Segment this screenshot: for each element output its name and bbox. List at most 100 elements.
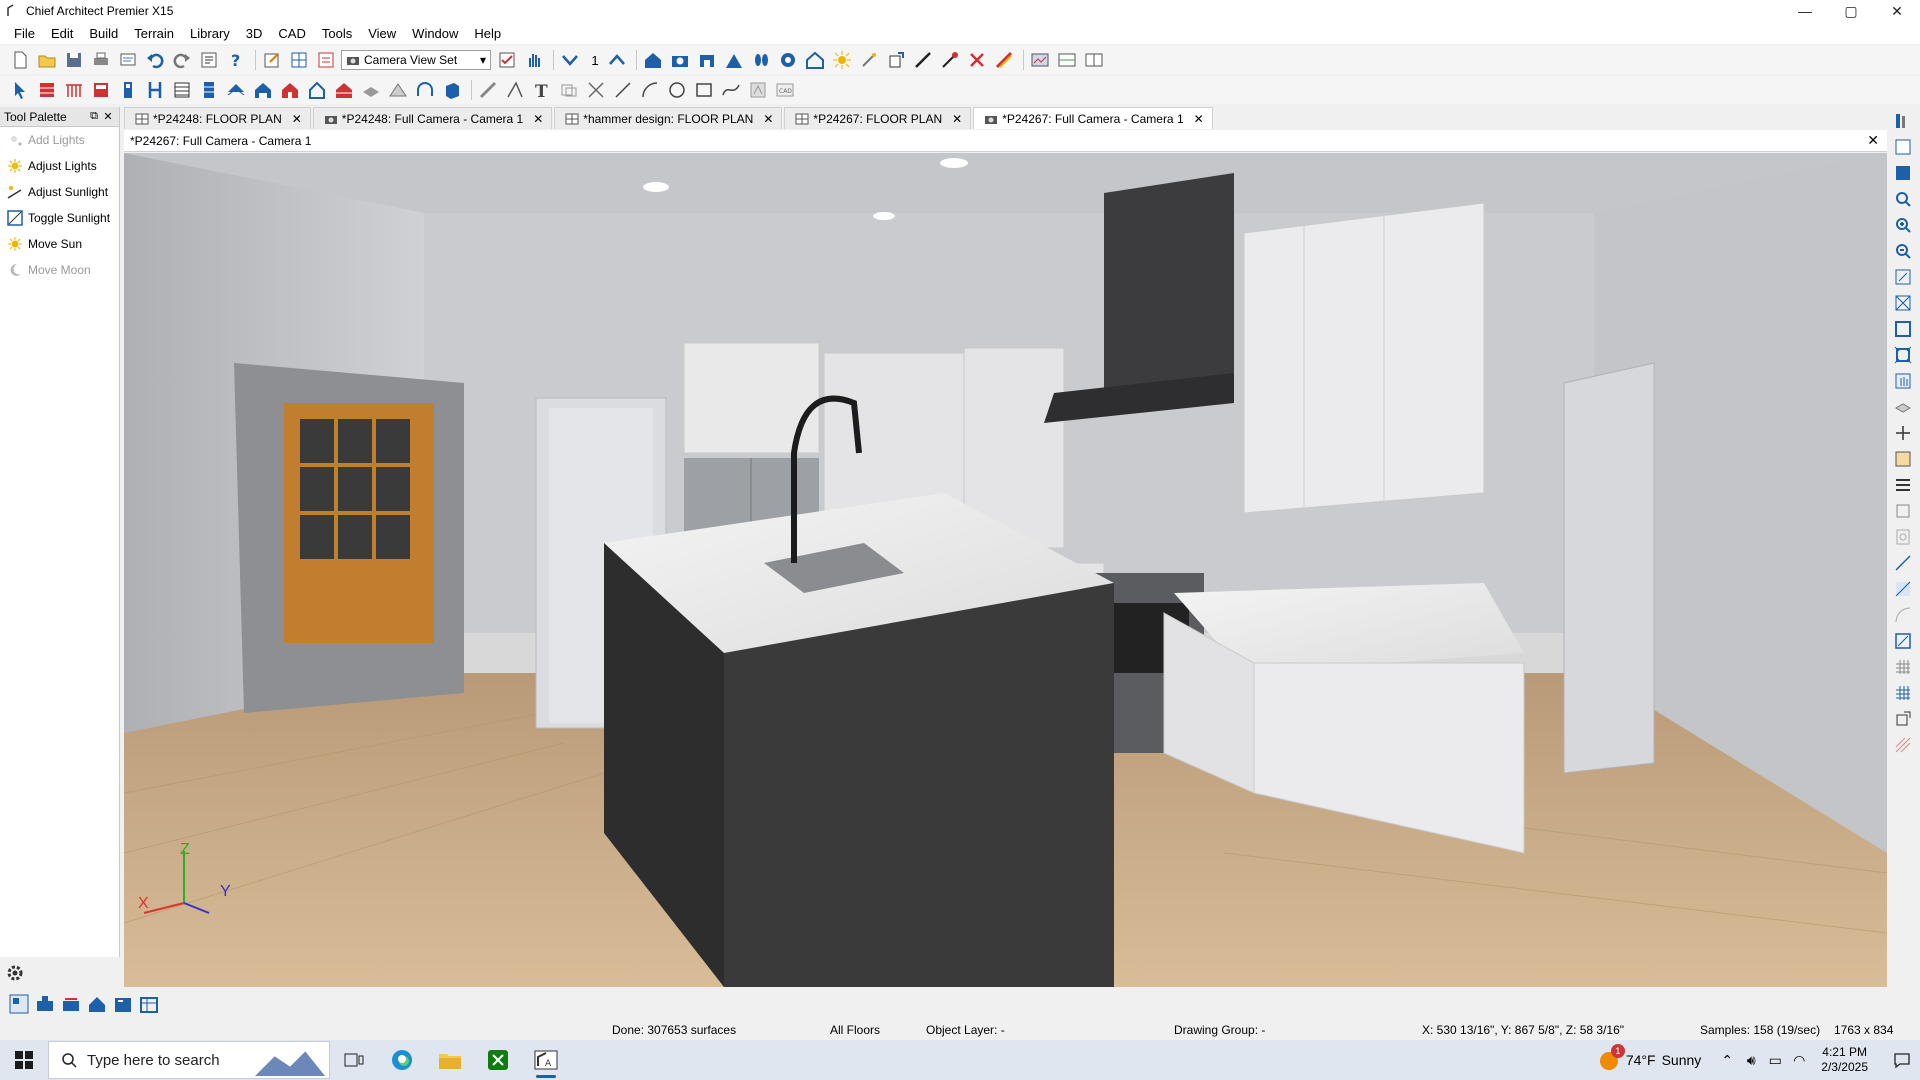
task-view-button[interactable]	[330, 1040, 378, 1080]
palette-close-icon[interactable]: ✕	[101, 110, 115, 123]
palette-adjust-sunlight[interactable]: Adjust Sunlight	[0, 179, 119, 205]
symbol-tool-icon[interactable]	[746, 78, 770, 102]
search-detail-icon[interactable]	[1892, 526, 1914, 548]
fill-screen-icon[interactable]	[1892, 344, 1914, 366]
open-folder-icon[interactable]	[35, 48, 59, 72]
tab-close-icon[interactable]: ✕	[952, 112, 962, 126]
tab-p24248-full-camera[interactable]: *P24248: Full Camera - Camera 1 ✕	[312, 107, 553, 129]
library-house-icon[interactable]	[278, 78, 302, 102]
render-settings-icon[interactable]	[1028, 48, 1052, 72]
arc-tool-icon[interactable]	[638, 78, 662, 102]
text-arrow-icon[interactable]	[503, 78, 527, 102]
house-icon[interactable]	[641, 48, 665, 72]
dimension-icon[interactable]	[476, 78, 500, 102]
material-painter-icon[interactable]	[992, 48, 1016, 72]
door-tool-icon[interactable]	[116, 78, 140, 102]
cad-block-icon[interactable]: CAD	[773, 78, 797, 102]
zoom-icon[interactable]	[1892, 188, 1914, 210]
floor-down-icon[interactable]	[558, 48, 582, 72]
text-tool-icon[interactable]: T	[530, 78, 554, 102]
notifications-button[interactable]	[1884, 1051, 1920, 1069]
palette-move-moon[interactable]: Move Moon	[0, 257, 119, 283]
checklist-icon[interactable]	[495, 48, 519, 72]
hatch-icon[interactable]	[1892, 734, 1914, 756]
sun-icon[interactable]	[830, 48, 854, 72]
tab-p24248-floor-plan[interactable]: *P24248: FLOOR PLAN ✕	[124, 107, 311, 129]
line-tool-icon[interactable]	[611, 78, 635, 102]
tab-close-icon[interactable]: ✕	[1194, 112, 1204, 126]
camera-list-icon[interactable]	[34, 993, 56, 1015]
palette-move-sun[interactable]: Move Sun	[0, 231, 119, 257]
new-file-icon[interactable]	[8, 48, 32, 72]
wifi-icon[interactable]: ◠	[1787, 1052, 1811, 1069]
library-browser-icon[interactable]	[1892, 110, 1914, 132]
schedule-list-icon[interactable]	[138, 993, 160, 1015]
dormer-icon[interactable]	[386, 78, 410, 102]
edit-objects-icon[interactable]	[260, 48, 284, 72]
cabinet-tool-icon[interactable]	[89, 78, 113, 102]
draw-line-icon[interactable]	[1892, 552, 1914, 574]
window-tile-icon[interactable]	[1055, 48, 1079, 72]
zoom-in-icon[interactable]	[1892, 214, 1914, 236]
break-line-icon[interactable]	[584, 78, 608, 102]
tab-p24267-floor-plan[interactable]: *P24267: FLOOR PLAN ✕	[784, 107, 972, 129]
close-button[interactable]: ✕	[1874, 0, 1920, 22]
box-3d-icon[interactable]	[440, 78, 464, 102]
menu-build[interactable]: Build	[81, 26, 126, 41]
rectangle-tool-icon[interactable]	[692, 78, 716, 102]
roof-tool-icon[interactable]	[224, 78, 248, 102]
select-arrow-icon[interactable]	[8, 78, 32, 102]
arch-icon[interactable]	[413, 78, 437, 102]
active-layer-icon[interactable]	[1892, 162, 1914, 184]
menu-help[interactable]: Help	[466, 26, 509, 41]
tab-hammer-design-floor-plan[interactable]: *hammer design: FLOOR PLAN ✕	[554, 107, 783, 129]
weather-widget[interactable]: 1 74°F Sunny	[1598, 1044, 1701, 1071]
room-tool-icon[interactable]	[197, 78, 221, 102]
angle-snap-icon[interactable]	[1892, 604, 1914, 626]
tab-close-icon[interactable]: ✕	[763, 112, 773, 126]
menu-view[interactable]: View	[360, 26, 404, 41]
save-icon[interactable]	[62, 48, 86, 72]
measure-icon[interactable]	[911, 48, 935, 72]
wall-layers-icon[interactable]	[1892, 474, 1914, 496]
delete-surfaces-icon[interactable]	[965, 48, 989, 72]
palette-adjust-lights[interactable]: Adjust Lights	[0, 153, 119, 179]
wall-tool-icon[interactable]	[35, 78, 59, 102]
undo-icon[interactable]	[143, 48, 167, 72]
menu-cad[interactable]: CAD	[270, 26, 313, 41]
menu-tools[interactable]: Tools	[314, 26, 360, 41]
plan-view-icon[interactable]	[287, 48, 311, 72]
reference-display-icon[interactable]	[1892, 448, 1914, 470]
floor-plan-list-icon[interactable]	[60, 993, 82, 1015]
menu-window[interactable]: Window	[404, 26, 466, 41]
print-icon[interactable]	[89, 48, 113, 72]
taskbar-file-explorer[interactable]	[426, 1040, 474, 1080]
circle-tool-icon[interactable]	[665, 78, 689, 102]
properties-icon[interactable]	[197, 48, 221, 72]
fill-window-icon[interactable]	[1892, 292, 1914, 314]
roof-shed-icon[interactable]	[332, 78, 356, 102]
object-snaps-icon[interactable]	[1892, 630, 1914, 652]
redo-icon[interactable]	[170, 48, 194, 72]
send-to-layout-icon[interactable]	[116, 48, 140, 72]
spline-tool-icon[interactable]	[719, 78, 743, 102]
grid-display-icon[interactable]	[1892, 656, 1914, 678]
palette-toggle-sunlight[interactable]: Toggle Sunlight	[0, 205, 119, 231]
floor-up-icon[interactable]	[605, 48, 629, 72]
light-icon[interactable]	[857, 48, 881, 72]
view-set-select[interactable]: Camera View Set ▾	[341, 50, 491, 70]
palette-undock-icon[interactable]: ⧉	[87, 110, 101, 123]
menu-library[interactable]: Library	[182, 26, 238, 41]
palette-add-lights[interactable]: Add Lights	[0, 127, 119, 153]
view-close-icon[interactable]: ✕	[1867, 132, 1879, 149]
pan-hand-icon[interactable]	[1892, 370, 1914, 392]
taskbar-clock[interactable]: 4:21 PM 2/3/2025	[1821, 1045, 1868, 1075]
help-icon[interactable]: ?	[224, 48, 248, 72]
undo-zoom-icon[interactable]	[1892, 266, 1914, 288]
camera-3d-view[interactable]: Z X Y	[124, 153, 1887, 987]
render-icon[interactable]	[776, 48, 800, 72]
project-browser-icon[interactable]	[1892, 136, 1914, 158]
perspective-icon[interactable]	[722, 48, 746, 72]
menu-3d[interactable]: 3D	[238, 26, 271, 41]
railing-icon[interactable]	[62, 78, 86, 102]
